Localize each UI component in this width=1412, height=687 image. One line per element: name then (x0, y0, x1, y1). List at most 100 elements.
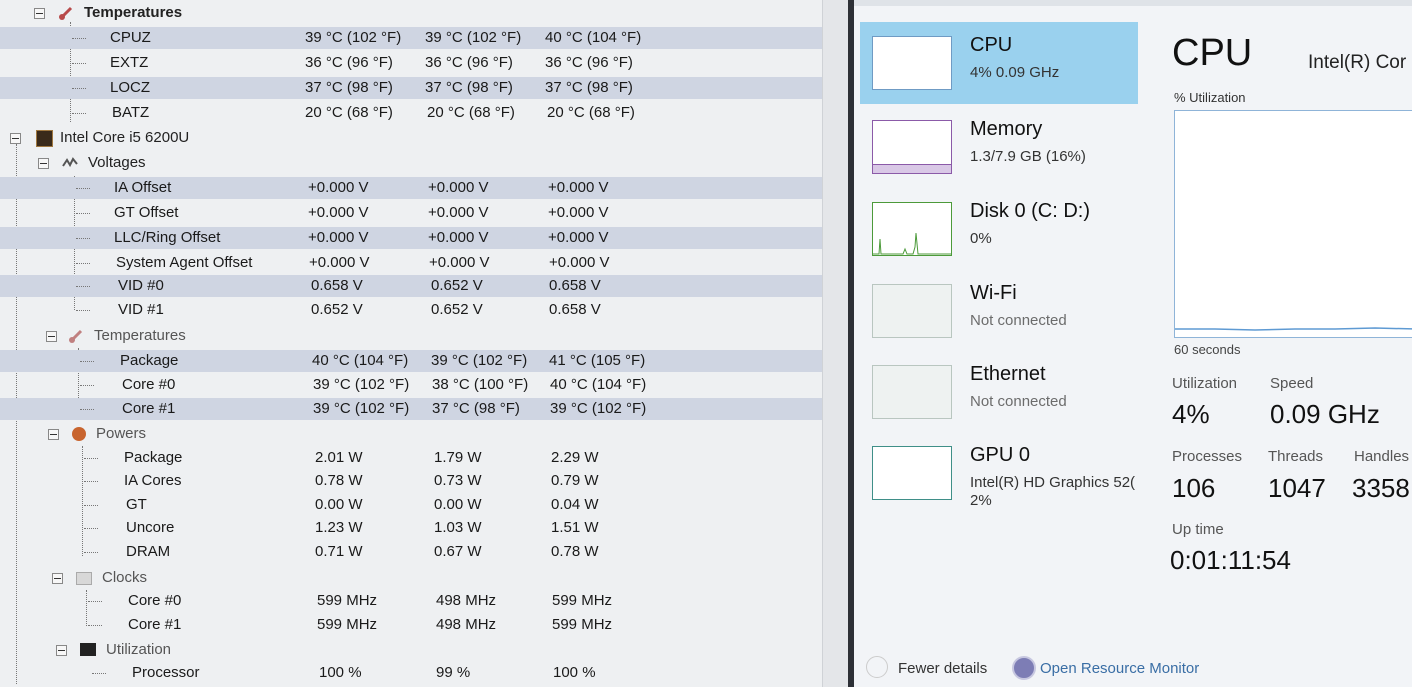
group-label: Voltages (88, 154, 146, 171)
sensor-max: +0.000 V (548, 179, 609, 196)
sensor-name: Processor (132, 664, 200, 681)
sensor-min: 0.73 W (434, 472, 482, 489)
sensor-row[interactable]: VID #0 0.658 V 0.652 V 0.658 V (0, 275, 822, 297)
sensor-row[interactable]: Processor 100 % 99 % 100 % (0, 662, 822, 684)
sensor-value: 100 % (319, 664, 362, 681)
sensor-max: 599 MHz (552, 616, 613, 633)
sensor-name: Core #0 (128, 592, 182, 609)
perf-item-ethernet[interactable]: Ethernet Not connected (860, 351, 1138, 433)
perf-item-subtitle: Not connected (970, 393, 1067, 410)
power-icon (72, 427, 86, 441)
sensor-value: 599 MHz (317, 616, 378, 633)
cpu-utilization-graph (1174, 110, 1412, 338)
sensor-max: 599 MHz (552, 592, 613, 609)
sensor-row[interactable]: IA Offset +0.000 V +0.000 V +0.000 V (0, 177, 822, 199)
chevron-up-icon[interactable] (866, 656, 888, 678)
perf-item-gpu[interactable]: GPU 0 Intel(R) HD Graphics 52( 2% (860, 432, 1138, 514)
group-label: Powers (96, 425, 147, 442)
perf-item-usage: 2% (970, 492, 992, 509)
sensor-name: System Agent Offset (116, 254, 253, 271)
perf-item-disk[interactable]: Disk 0 (C: D:) 0% (860, 188, 1138, 270)
sensor-min: 37 °C (98 °F) (432, 400, 520, 417)
vertical-scrollbar[interactable] (822, 0, 849, 687)
sensor-row[interactable]: DRAM 0.71 W 0.67 W 0.78 W (0, 541, 822, 563)
sensor-min: +0.000 V (428, 179, 489, 196)
sensor-max: 37 °C (98 °F) (545, 79, 633, 96)
open-resource-monitor-link[interactable]: Open Resource Monitor (1040, 660, 1199, 677)
sensor-row[interactable]: Core #1 599 MHz 498 MHz 599 MHz (0, 614, 822, 636)
perf-item-wifi[interactable]: Wi-Fi Not connected (860, 270, 1138, 352)
sensor-row-extz[interactable]: EXTZ 36 °C (96 °F) 36 °C (96 °F) 36 °C (… (0, 52, 822, 74)
perf-item-cpu[interactable]: CPU 4% 0.09 GHz (860, 22, 1138, 104)
sensor-row[interactable]: VID #1 0.652 V 0.652 V 0.658 V (0, 299, 822, 321)
sensor-row[interactable]: System Agent Offset +0.000 V +0.000 V +0… (0, 252, 822, 274)
sensor-min: 36 °C (96 °F) (425, 54, 513, 71)
sensor-row[interactable]: GT 0.00 W 0.00 W 0.04 W (0, 494, 822, 516)
sensor-name: LOCZ (110, 79, 151, 96)
sensor-row[interactable]: GT Offset +0.000 V +0.000 V +0.000 V (0, 202, 822, 224)
sensor-name: Core #1 (128, 616, 182, 633)
collapse-toggle[interactable] (56, 645, 67, 656)
sensor-name: Core #0 (122, 376, 176, 393)
sensor-value: 0.00 W (315, 496, 363, 513)
group-label: Utilization (106, 641, 172, 658)
sensor-min: 1.03 W (434, 519, 482, 536)
group-battery-temperatures[interactable]: Temperatures (0, 2, 822, 24)
perf-item-memory[interactable]: Memory 1.3/7.9 GB (16%) (860, 106, 1138, 188)
sensor-row-batz[interactable]: BATZ 20 °C (68 °F) 20 °C (68 °F) 20 °C (… (0, 102, 822, 124)
cpu-model-name: Intel(R) Cor (1308, 52, 1407, 73)
sensor-min: 37 °C (98 °F) (425, 79, 513, 96)
sensor-min: 99 % (436, 664, 471, 681)
sensor-row[interactable]: Uncore 1.23 W 1.03 W 1.51 W (0, 517, 822, 539)
sensor-row-cpuz[interactable]: CPUZ 39 °C (102 °F) 39 °C (102 °F) 40 °C… (0, 27, 822, 49)
group-label: Temperatures (84, 4, 183, 21)
sensor-value: 2.01 W (315, 449, 363, 466)
sensor-value: 39 °C (102 °F) (305, 29, 402, 46)
collapse-toggle[interactable] (52, 573, 63, 584)
collapse-toggle[interactable] (46, 331, 57, 342)
performance-sidebar: CPU 4% 0.09 GHz Memory 1.3/7.9 GB (16%) … (854, 8, 1144, 648)
perf-item-title: GPU 0 (970, 444, 1031, 466)
group-voltages[interactable]: Voltages (0, 152, 822, 174)
sensor-row[interactable]: Core #0 599 MHz 498 MHz 599 MHz (0, 590, 822, 612)
gpu-thumbnail-graph (872, 446, 952, 500)
sensor-min: 0.652 V (431, 277, 483, 294)
perf-item-subtitle: Intel(R) HD Graphics 52( (970, 474, 1136, 491)
group-temperatures[interactable]: Temperatures (0, 325, 822, 347)
collapse-toggle[interactable] (48, 429, 59, 440)
device-row[interactable]: Intel Core i5 6200U (0, 127, 822, 149)
sensor-row[interactable]: Core #1 39 °C (102 °F) 37 °C (98 °F) 39 … (0, 398, 822, 420)
sensor-row[interactable]: IA Cores 0.78 W 0.73 W 0.79 W (0, 470, 822, 492)
utilization-value: 4% (1172, 399, 1210, 429)
sensor-name: LLC/Ring Offset (114, 229, 221, 246)
task-manager-footer: Fewer details Open Resource Monitor (854, 650, 1412, 687)
sensor-max: 0.658 V (549, 301, 601, 318)
sensor-row[interactable]: Package 2.01 W 1.79 W 2.29 W (0, 447, 822, 469)
group-utilization[interactable]: Utilization (0, 639, 822, 661)
sensor-row[interactable]: LLC/Ring Offset +0.000 V +0.000 V +0.000… (0, 227, 822, 249)
fewer-details-link[interactable]: Fewer details (898, 660, 987, 677)
sensor-min: 0.00 W (434, 496, 482, 513)
sensor-max: 0.04 W (551, 496, 599, 513)
sensor-row-locz[interactable]: LOCZ 37 °C (98 °F) 37 °C (98 °F) 37 °C (… (0, 77, 822, 99)
sensor-max: 40 °C (104 °F) (545, 29, 642, 46)
ethernet-thumbnail-graph (872, 365, 952, 419)
sensor-value: 0.71 W (315, 543, 363, 560)
collapse-toggle[interactable] (38, 158, 49, 169)
perf-item-title: Memory (970, 118, 1043, 140)
sensor-name: VID #0 (118, 277, 164, 294)
sensor-row[interactable]: Package 40 °C (104 °F) 39 °C (102 °F) 41… (0, 350, 822, 372)
thermometer-icon (69, 329, 83, 343)
thermometer-icon (59, 6, 73, 20)
group-powers[interactable]: Powers (0, 423, 822, 445)
sensor-row[interactable]: Core #0 39 °C (102 °F) 38 °C (100 °F) 40… (0, 374, 822, 396)
sensor-name: CPUZ (110, 29, 151, 46)
detail-title: CPU (1172, 32, 1253, 74)
sensor-max: 40 °C (104 °F) (550, 376, 647, 393)
collapse-toggle[interactable] (34, 8, 45, 19)
collapse-toggle[interactable] (10, 133, 21, 144)
group-clocks[interactable]: Clocks (0, 567, 822, 589)
sensor-max: +0.000 V (548, 229, 609, 246)
sensor-max: 20 °C (68 °F) (547, 104, 635, 121)
sensor-value: 39 °C (102 °F) (313, 376, 410, 393)
